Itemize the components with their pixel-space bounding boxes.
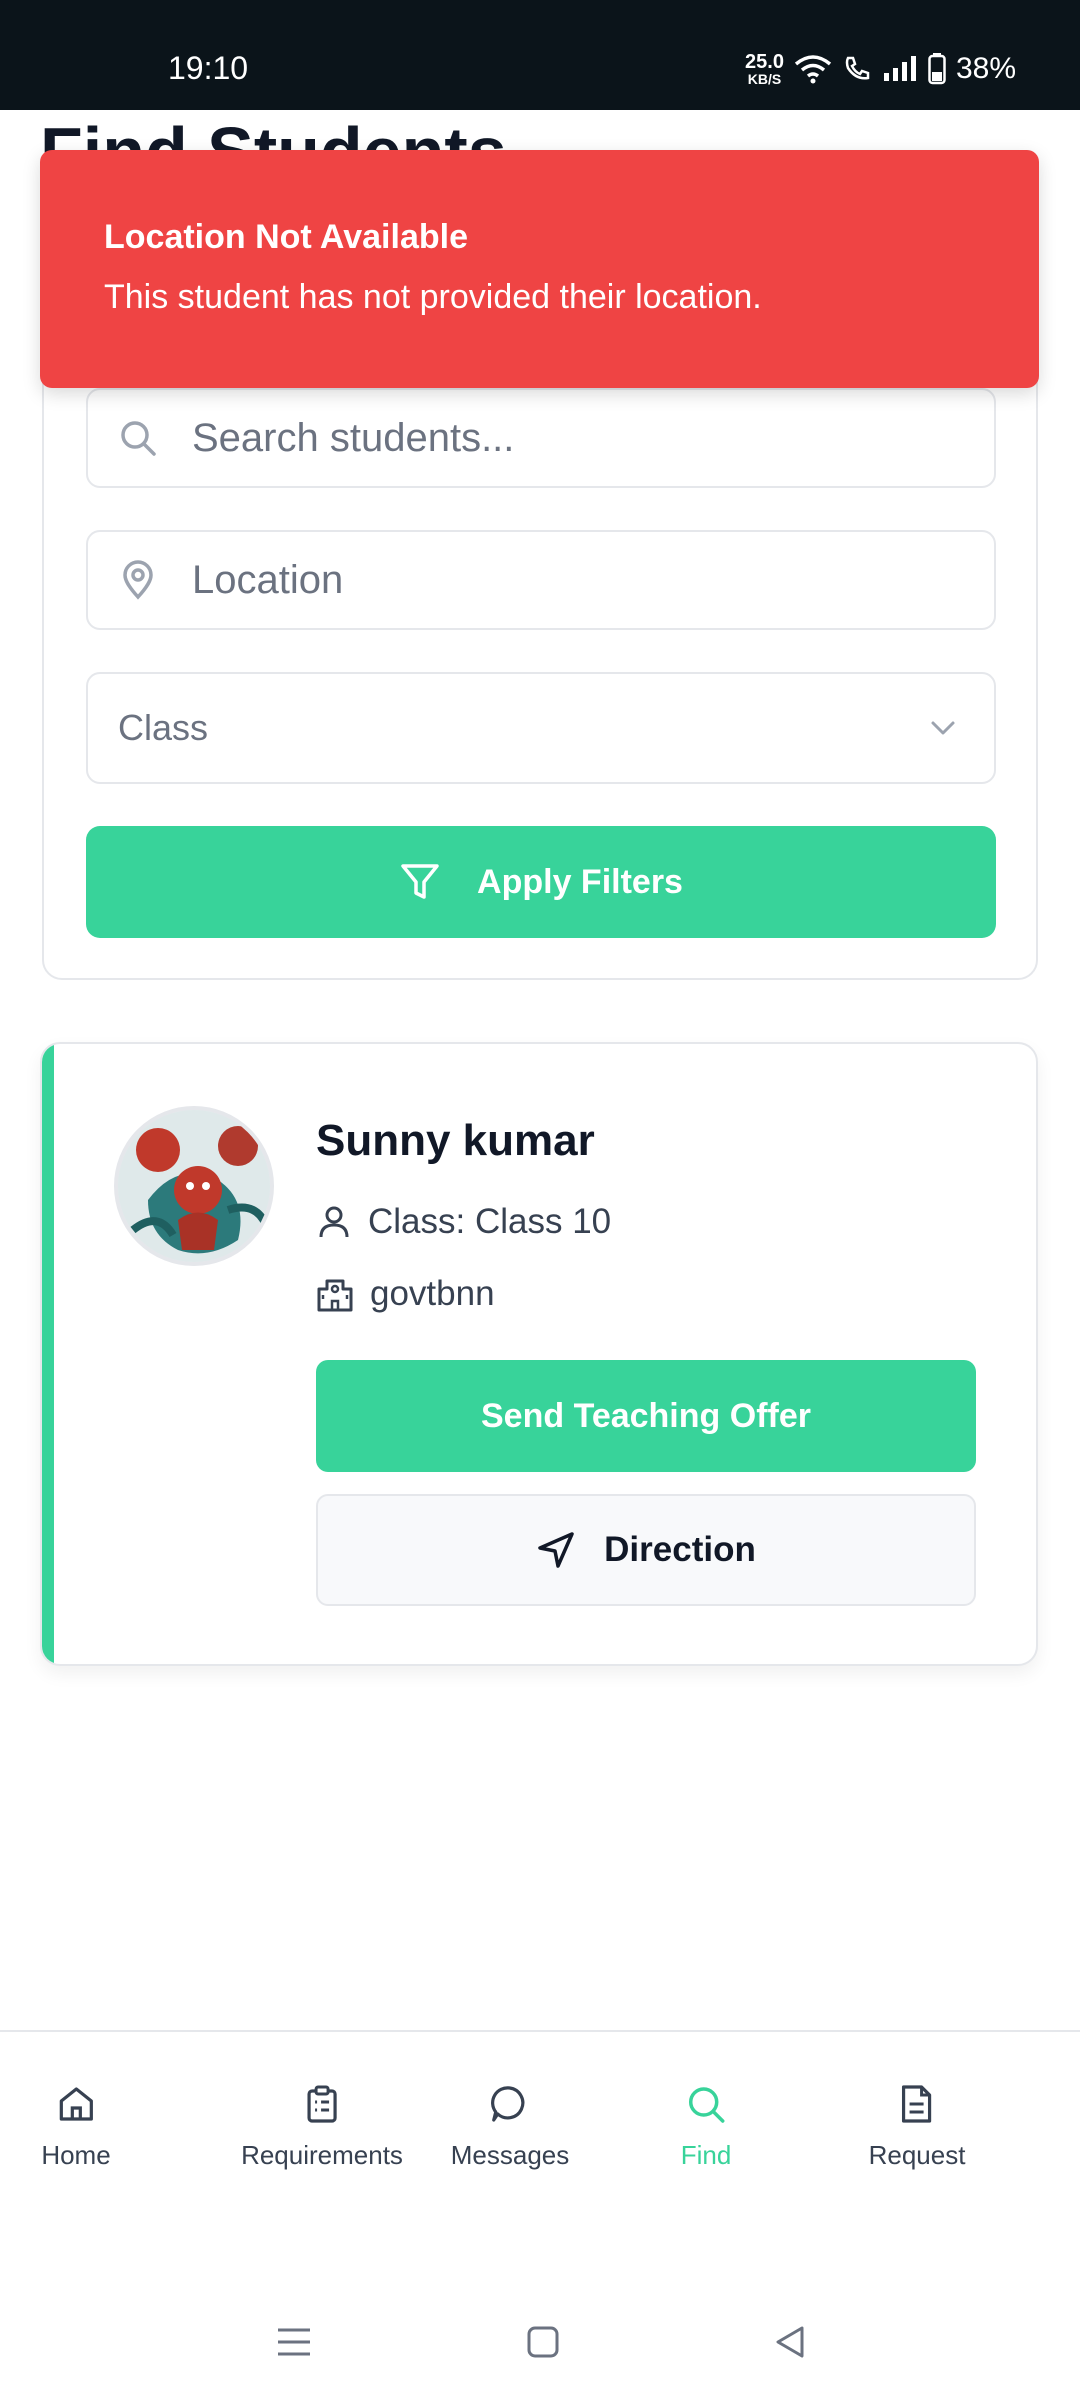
- filter-icon: [401, 864, 439, 899]
- search-icon: [121, 421, 156, 456]
- student-class-row: Class: Class 10: [316, 1202, 611, 1242]
- status-icons: 25.0 KB/S 38%: [745, 52, 1016, 86]
- signal-icon: [883, 56, 916, 81]
- location-input[interactable]: Location: [86, 530, 996, 630]
- home-button-icon[interactable]: [525, 2324, 561, 2360]
- direction-label: Direction: [604, 1530, 756, 1569]
- nav-item-request[interactable]: Request: [868, 2084, 966, 2171]
- nav-label-requirements: Requirements: [241, 2140, 403, 2170]
- system-nav-bar: [0, 2290, 1080, 2400]
- direction-button[interactable]: Direction: [316, 1494, 976, 1606]
- battery-icon: [928, 53, 946, 85]
- nav-label-messages: Messages: [450, 2140, 570, 2170]
- home-icon: [59, 2087, 93, 2121]
- avatar-image: [118, 1110, 270, 1262]
- chat-icon: [491, 2086, 525, 2122]
- network-speed-unit: KB/S: [747, 71, 782, 87]
- search-placeholder: Search students...: [192, 415, 515, 460]
- nav-item-home[interactable]: Home: [41, 2084, 111, 2171]
- battery-percent: 38%: [955, 52, 1016, 85]
- avatar: [114, 1106, 274, 1266]
- card-accent-bar: [42, 1044, 54, 1664]
- school-icon: [317, 1279, 353, 1312]
- nav-item-messages[interactable]: Messages: [450, 2084, 570, 2171]
- search-input[interactable]: Search students...: [86, 388, 996, 488]
- student-school: govtbnn: [370, 1274, 495, 1313]
- network-speed-value: 25.0: [745, 51, 784, 73]
- student-card: Sunny kumar Class: Class 10 govtbnn Send…: [40, 1042, 1038, 1666]
- student-school-row: govtbnn: [316, 1274, 495, 1314]
- document-icon: [902, 2085, 932, 2123]
- toast-message: This student has not provided their loca…: [104, 278, 762, 316]
- nav-item-find[interactable]: Find: [680, 2084, 732, 2171]
- recent-apps-icon[interactable]: [276, 2324, 312, 2360]
- apply-filters-label: Apply Filters: [477, 862, 683, 901]
- user-icon: [319, 1206, 349, 1238]
- status-time: 19:10: [168, 50, 249, 86]
- send-teaching-offer-button[interactable]: Send Teaching Offer: [316, 1360, 976, 1472]
- location-toast: Location Not Available This student has …: [40, 150, 1039, 388]
- bottom-nav: Home Requirements Messages Find Request: [0, 2030, 1080, 2200]
- student-name: Sunny kumar: [316, 1116, 595, 1165]
- location-pin-icon: [123, 560, 153, 600]
- class-select-value: Class: [118, 707, 209, 748]
- nav-label-find: Find: [680, 2140, 732, 2170]
- wifi-icon: [794, 55, 832, 84]
- network-speed: 25.0 KB/S: [745, 52, 784, 86]
- search-icon: [689, 2087, 725, 2123]
- apply-filters-button[interactable]: Apply Filters: [86, 826, 996, 938]
- nav-item-requirements[interactable]: Requirements: [241, 2084, 403, 2171]
- location-placeholder: Location: [192, 557, 344, 602]
- class-select[interactable]: Class: [86, 672, 996, 784]
- toast-title: Location Not Available: [104, 218, 468, 256]
- navigation-arrow-icon: [538, 1532, 574, 1568]
- call-icon: [845, 56, 870, 80]
- nav-label-request: Request: [868, 2140, 966, 2170]
- clipboard-icon: [307, 2085, 337, 2123]
- status-bar: 19:10 25.0 KB/S 38%: [0, 0, 1080, 110]
- chevron-down-icon: [931, 721, 955, 735]
- student-class: Class: Class 10: [368, 1202, 612, 1241]
- back-icon[interactable]: [772, 2324, 808, 2360]
- nav-label-home: Home: [41, 2140, 111, 2170]
